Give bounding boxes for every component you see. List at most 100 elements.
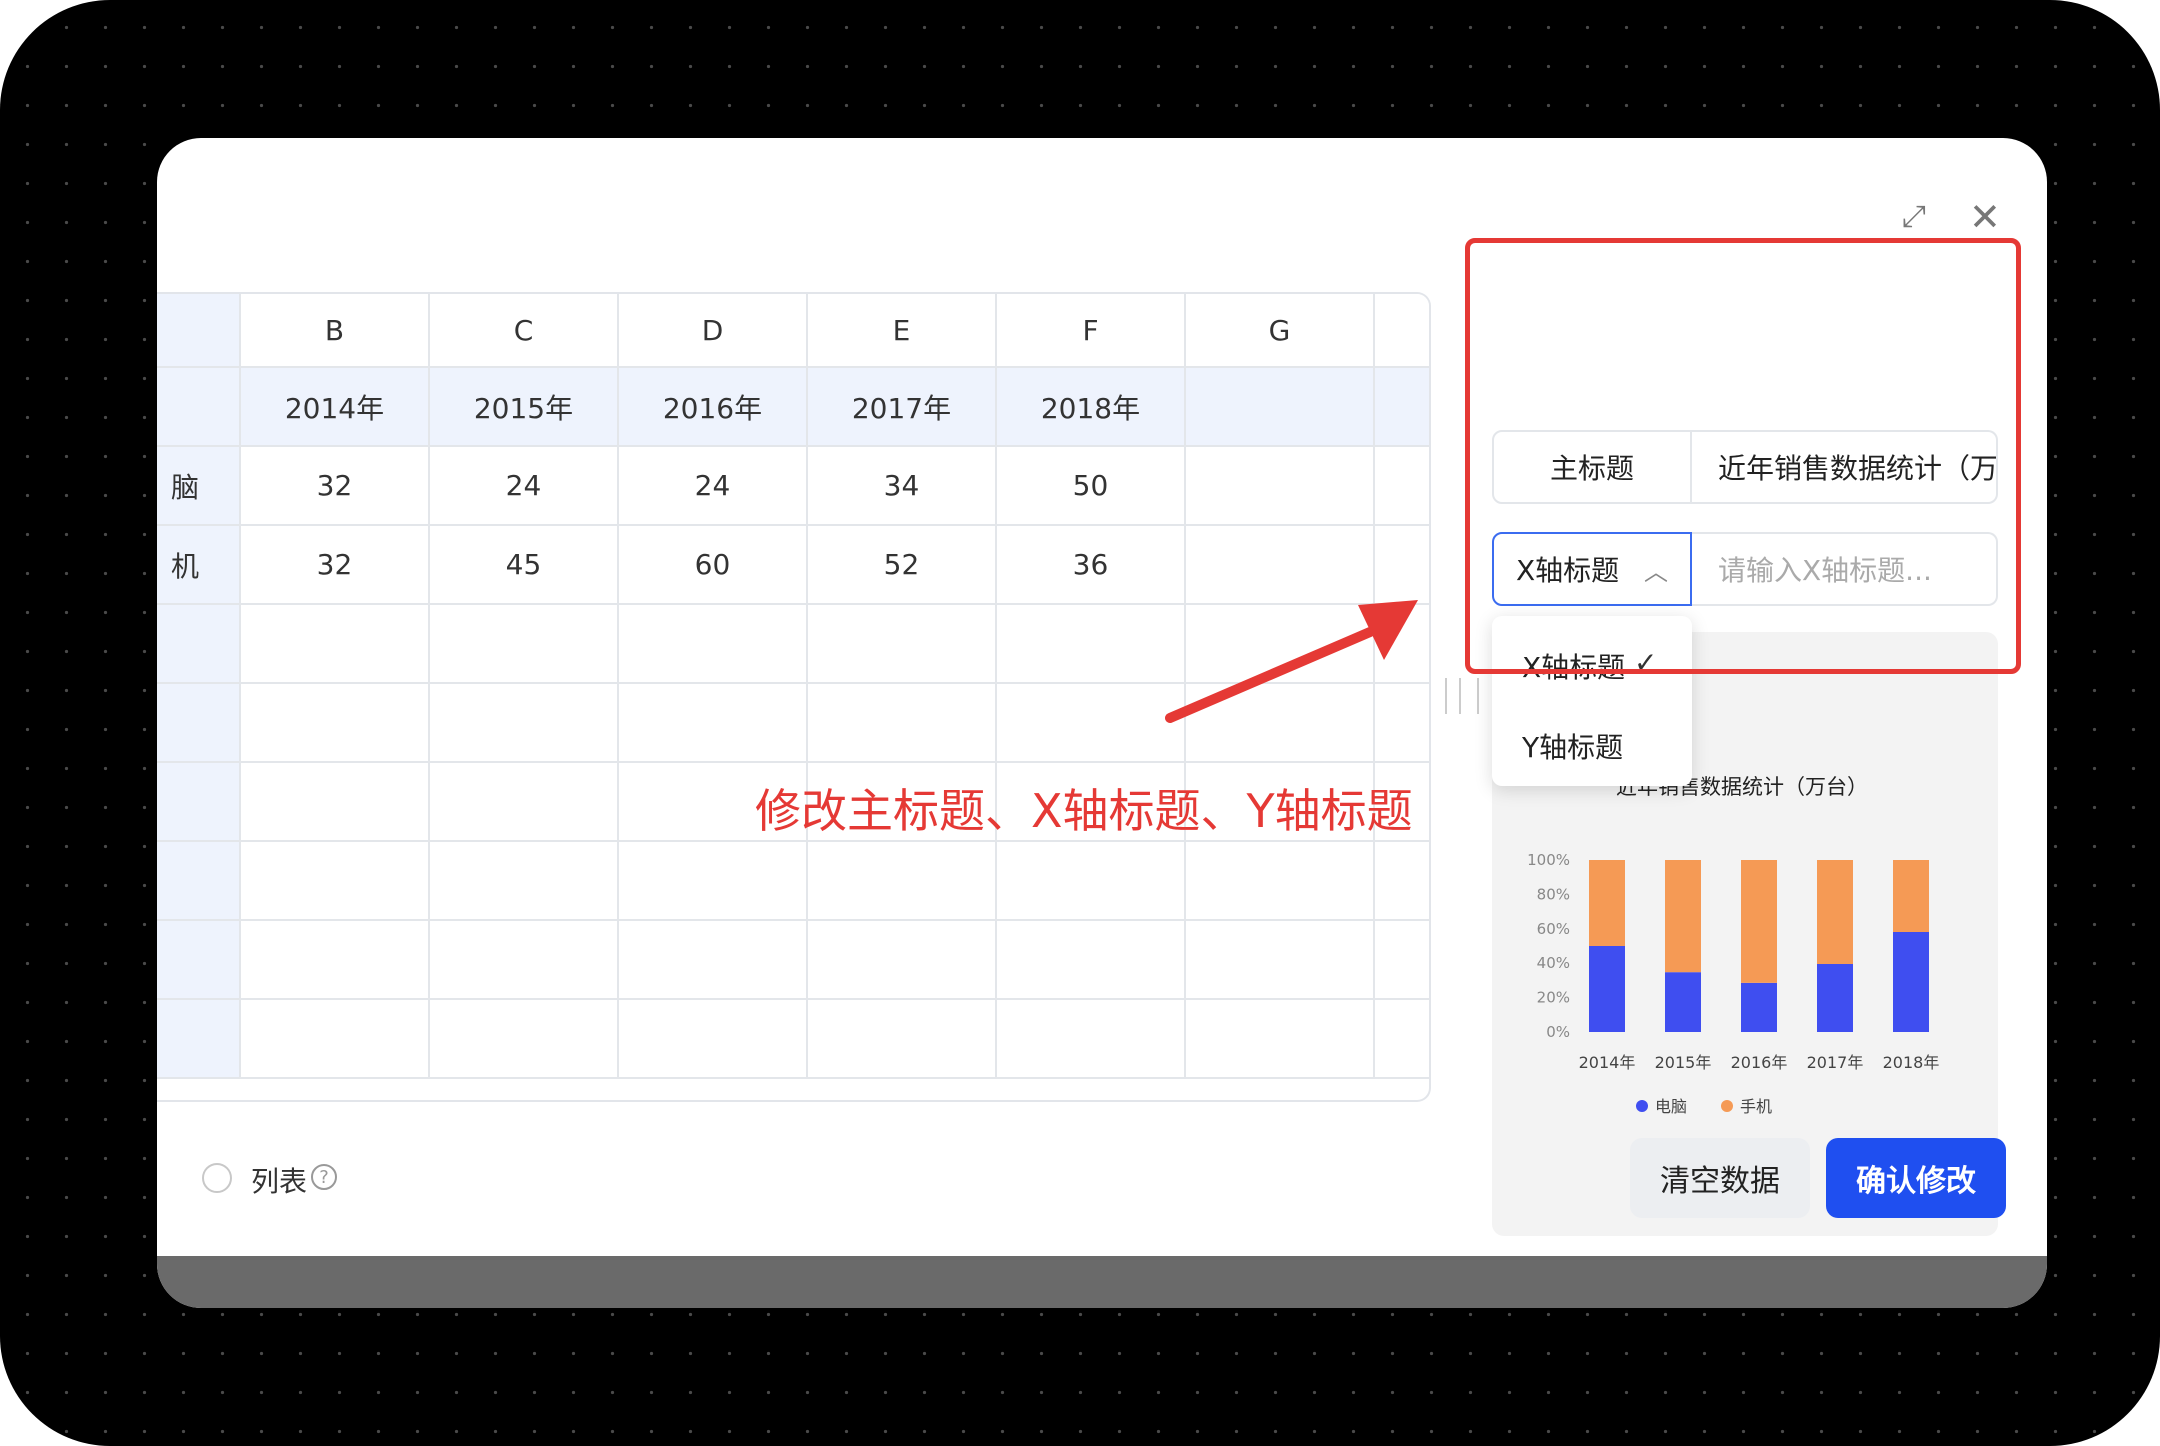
panel-resize-handle[interactable] bbox=[1445, 678, 1479, 714]
table-cell[interactable] bbox=[619, 1000, 808, 1079]
table-cell[interactable]: 2015年 bbox=[430, 368, 619, 447]
data-spreadsheet[interactable]: B C D E F G 2014年 2015年 2016年 2017年 2018年脑 32 24 24 34… bbox=[157, 292, 1431, 1102]
table-cell[interactable] bbox=[997, 842, 1186, 921]
table-cell[interactable] bbox=[619, 842, 808, 921]
table-cell[interactable]: 36 bbox=[997, 526, 1186, 605]
table-cell[interactable]: 45 bbox=[430, 526, 619, 605]
column-header[interactable]: D bbox=[619, 294, 808, 368]
row-header[interactable] bbox=[157, 1000, 241, 1079]
table-cell[interactable] bbox=[1375, 921, 1429, 1000]
table-cell[interactable]: 50 bbox=[997, 447, 1186, 526]
confirm-button[interactable]: 确认修改 bbox=[1826, 1138, 2006, 1218]
table-cell[interactable] bbox=[808, 684, 997, 763]
table-cell[interactable]: 24 bbox=[430, 447, 619, 526]
table-cell[interactable]: 32 bbox=[241, 447, 430, 526]
table-cell[interactable]: 2014年 bbox=[241, 368, 430, 447]
column-header[interactable]: F bbox=[997, 294, 1186, 368]
x-tick-label: 2014年 bbox=[1579, 1053, 1636, 1072]
table-cell[interactable] bbox=[1186, 526, 1375, 605]
column-header[interactable]: E bbox=[808, 294, 997, 368]
table-cell[interactable] bbox=[430, 763, 619, 842]
legend-marker bbox=[1721, 1100, 1733, 1112]
table-cell[interactable] bbox=[1186, 605, 1375, 684]
corner-cell bbox=[157, 294, 241, 368]
table-cell[interactable] bbox=[1186, 921, 1375, 1000]
table-cell[interactable] bbox=[241, 842, 430, 921]
expand-icon[interactable]: ⤢ bbox=[1902, 202, 1926, 232]
table-cell[interactable] bbox=[241, 763, 430, 842]
table-cell[interactable] bbox=[1186, 684, 1375, 763]
bar-电脑 bbox=[1589, 946, 1625, 1032]
table-cell[interactable]: 2016年 bbox=[619, 368, 808, 447]
axis-title-select[interactable]: X轴标题 ︿ bbox=[1492, 532, 1692, 606]
bar-手机 bbox=[1893, 860, 1929, 932]
table-cell[interactable]: 52 bbox=[808, 526, 997, 605]
row-header[interactable]: 脑 bbox=[157, 447, 241, 526]
clear-data-button[interactable]: 清空数据 bbox=[1630, 1138, 1810, 1218]
column-header[interactable]: C bbox=[430, 294, 619, 368]
dropdown-option-x-axis[interactable]: X轴标题 bbox=[1522, 646, 1625, 686]
table-cell[interactable] bbox=[1186, 447, 1375, 526]
table-cell[interactable] bbox=[1375, 1000, 1429, 1079]
y-tick-label: 40% bbox=[1537, 954, 1570, 972]
table-cell[interactable] bbox=[1375, 842, 1429, 921]
table-cell[interactable]: 34 bbox=[808, 447, 997, 526]
bar-电脑 bbox=[1893, 932, 1929, 1032]
table-cell[interactable] bbox=[1375, 447, 1429, 526]
table-cell[interactable] bbox=[619, 605, 808, 684]
main-title-input[interactable]: 近年销售数据统计（万台） bbox=[1692, 430, 1998, 504]
check-icon: ✓ bbox=[1634, 646, 1658, 679]
table-cell[interactable] bbox=[1186, 842, 1375, 921]
table-cell[interactable] bbox=[997, 605, 1186, 684]
table-cell[interactable] bbox=[808, 1000, 997, 1079]
table-cell[interactable] bbox=[808, 842, 997, 921]
table-cell[interactable] bbox=[430, 921, 619, 1000]
table-cell[interactable] bbox=[1375, 526, 1429, 605]
table-cell[interactable] bbox=[1375, 605, 1429, 684]
table-cell[interactable] bbox=[241, 1000, 430, 1079]
table-cell[interactable] bbox=[430, 842, 619, 921]
close-icon[interactable]: ✕ bbox=[1969, 198, 2001, 236]
screen-frame: ⤢ ✕ B C D E F G 2014年 2015年 2016年 2017年 2018年脑 32 24… bbox=[0, 0, 2160, 1446]
table-cell[interactable] bbox=[241, 605, 430, 684]
help-icon[interactable]: ? bbox=[311, 1164, 337, 1190]
x-tick-label: 2017年 bbox=[1807, 1053, 1864, 1072]
table-cell[interactable] bbox=[808, 605, 997, 684]
table-cell[interactable]: 2017年 bbox=[808, 368, 997, 447]
table-cell[interactable] bbox=[241, 921, 430, 1000]
row-header[interactable] bbox=[157, 368, 241, 447]
table-cell[interactable] bbox=[997, 684, 1186, 763]
legend-label: 手机 bbox=[1740, 1097, 1772, 1116]
column-header[interactable]: B bbox=[241, 294, 430, 368]
column-header[interactable] bbox=[1375, 294, 1429, 368]
row-header[interactable] bbox=[157, 684, 241, 763]
table-cell[interactable] bbox=[997, 921, 1186, 1000]
table-cell[interactable] bbox=[1186, 1000, 1375, 1079]
table-cell[interactable] bbox=[1375, 684, 1429, 763]
table-cell[interactable] bbox=[1186, 368, 1375, 447]
y-tick-label: 100% bbox=[1527, 851, 1570, 869]
table-cell[interactable] bbox=[241, 684, 430, 763]
table-cell[interactable]: 60 bbox=[619, 526, 808, 605]
table-cell[interactable]: 24 bbox=[619, 447, 808, 526]
column-header[interactable]: G bbox=[1186, 294, 1375, 368]
table-cell[interactable] bbox=[430, 1000, 619, 1079]
row-header[interactable]: 机 bbox=[157, 526, 241, 605]
table-cell[interactable]: 32 bbox=[241, 526, 430, 605]
list-radio[interactable] bbox=[202, 1163, 232, 1193]
table-cell[interactable]: 2018年 bbox=[997, 368, 1186, 447]
axis-title-input[interactable]: 请输入X轴标题... bbox=[1692, 532, 1998, 606]
table-cell[interactable] bbox=[619, 921, 808, 1000]
table-cell[interactable] bbox=[997, 1000, 1186, 1079]
table-cell[interactable] bbox=[808, 921, 997, 1000]
chevron-up-icon: ︿ bbox=[1644, 557, 1668, 586]
table-cell[interactable] bbox=[1375, 368, 1429, 447]
table-cell[interactable] bbox=[430, 684, 619, 763]
dropdown-option-y-axis[interactable]: Y轴标题 bbox=[1522, 726, 1623, 766]
table-cell[interactable] bbox=[430, 605, 619, 684]
row-header[interactable] bbox=[157, 763, 241, 842]
row-header[interactable] bbox=[157, 842, 241, 921]
table-cell[interactable] bbox=[619, 684, 808, 763]
row-header[interactable] bbox=[157, 921, 241, 1000]
row-header[interactable] bbox=[157, 605, 241, 684]
